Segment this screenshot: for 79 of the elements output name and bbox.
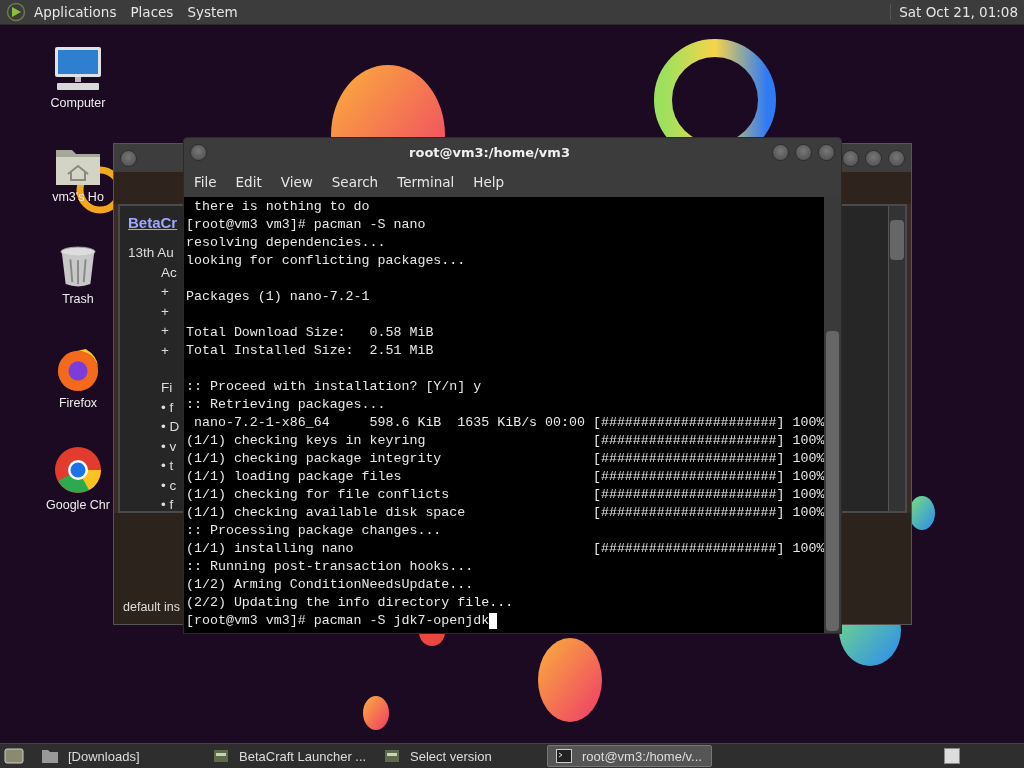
terminal-line: [root@vm3 vm3]# pacman -S jdk7-openjdk (186, 612, 490, 630)
news-link[interactable]: BetaCr (128, 214, 178, 231)
terminal-line: (2/2) Updating the info directory file... (186, 594, 514, 612)
terminal-line: Packages (1) nano-7.2-1 (186, 288, 370, 306)
news-text: • c (160, 476, 177, 495)
terminal-line: (1/1) checking keys in keyring [######################] 100% (186, 432, 825, 450)
menu-item[interactable]: File (194, 173, 217, 190)
terminal-line: (1/2) Arming ConditionNeedsUpdate... (186, 576, 474, 594)
terminal-line: :: Proceed with installation? [Y/n] y (186, 378, 482, 396)
app-icon (384, 748, 400, 764)
wallpaper-bubble (363, 696, 389, 730)
menu-item[interactable]: Help (473, 173, 505, 190)
terminal-line: (1/1) installing nano [######################] 100% (186, 540, 825, 558)
news-text: 13th Au (128, 244, 174, 262)
menu-item[interactable]: Search (331, 173, 379, 190)
close-button[interactable] (818, 143, 835, 161)
terminal-line: :: Running post-transaction hooks... (186, 558, 474, 576)
desktop-icon-label[interactable]: Trash (62, 292, 94, 306)
minimize-button[interactable] (772, 143, 789, 161)
close-button[interactable] (888, 149, 905, 167)
maximize-button[interactable] (795, 143, 812, 161)
news-text: + (160, 322, 169, 340)
folder-icon (42, 749, 58, 763)
clock[interactable]: Sat Oct 21, 01:08 (890, 4, 1018, 20)
news-text: + (160, 341, 169, 360)
terminal-line: :: Processing package changes... (186, 522, 442, 540)
terminal-line: [root@vm3 vm3]# pacman -S nano (186, 216, 426, 234)
menu-item[interactable]: Edit (235, 173, 262, 190)
terminal-line: nano-7.2-1-x86_64 598.6 KiB 1635 KiB/s 00:00 [######################] 100% (192, 414, 825, 432)
news-text: Fi (160, 379, 173, 397)
terminal-line: resolving dependencies... (186, 234, 386, 252)
menu-item[interactable]: View (280, 173, 313, 190)
terminal-line: (1/1) checking for file conflicts [######################] 100% (186, 486, 825, 504)
news-text: • t (160, 457, 174, 475)
panel-menu[interactable]: Places (130, 4, 174, 20)
terminal-line: (1/1) loading package files [######################] 100% (186, 468, 825, 486)
terminal-line: (1/1) checking available disk space [######################] 100% (186, 504, 825, 522)
wallpaper-bubble (909, 496, 935, 530)
taskbar-button[interactable]: BetaCraft Launcher ... (205, 745, 370, 767)
news-text: • f (160, 398, 174, 417)
taskbar-button[interactable]: root@vm3:/home/v... (547, 745, 712, 767)
news-text: + (160, 283, 169, 301)
terminal-line: (1/1) checking package integrity [######################] 100% (186, 450, 825, 468)
terminal-icon (556, 749, 572, 763)
workspace-switcher[interactable] (944, 748, 960, 764)
desktop-icon-label[interactable]: Computer (50, 96, 106, 110)
maximize-button[interactable] (865, 149, 882, 167)
news-text: + (160, 302, 169, 321)
terminal-line: there is nothing to do (192, 198, 370, 216)
trash-icon[interactable] (59, 246, 97, 288)
panel-menu[interactable]: System (187, 4, 238, 20)
desktop-icon-label[interactable]: Google Chr (46, 498, 110, 512)
desktop-icon-label[interactable]: Firefox (58, 396, 98, 410)
taskbar-button[interactable]: Select version (376, 745, 541, 767)
scrollbar[interactable] (888, 206, 905, 511)
terminal-line: :: Retrieving packages... (186, 396, 386, 414)
terminal-line: looking for conflicting packages... (186, 252, 466, 270)
terminal-line: Total Download Size: 0.58 MiB (186, 324, 434, 342)
show-desktop-icon[interactable] (4, 747, 24, 765)
news-text: Ac (160, 263, 177, 282)
minimize-button[interactable] (842, 149, 859, 167)
app-icon (213, 748, 229, 764)
news-text: • v (160, 437, 177, 456)
taskbar-button[interactable]: [Downloads] (34, 745, 199, 767)
window-menu-button[interactable] (190, 143, 207, 161)
news-text: • D (160, 418, 180, 436)
play-icon[interactable] (6, 2, 26, 22)
scrollbar[interactable] (824, 197, 841, 633)
window-title: root@vm3:/home/vm3 (408, 144, 571, 160)
fox-globe-icon[interactable] (55, 346, 101, 392)
computer-icon[interactable] (53, 46, 103, 92)
text-cursor (489, 613, 498, 629)
menu-item[interactable]: Terminal (397, 173, 455, 190)
panel-menu[interactable]: Applications (34, 4, 117, 20)
footer-text: default ins (123, 600, 180, 614)
news-text: • f (160, 496, 174, 514)
browser-icon[interactable] (54, 446, 102, 494)
window-menu-button[interactable] (120, 149, 137, 167)
terminal-line: Total Installed Size: 2.51 MiB (186, 342, 434, 360)
